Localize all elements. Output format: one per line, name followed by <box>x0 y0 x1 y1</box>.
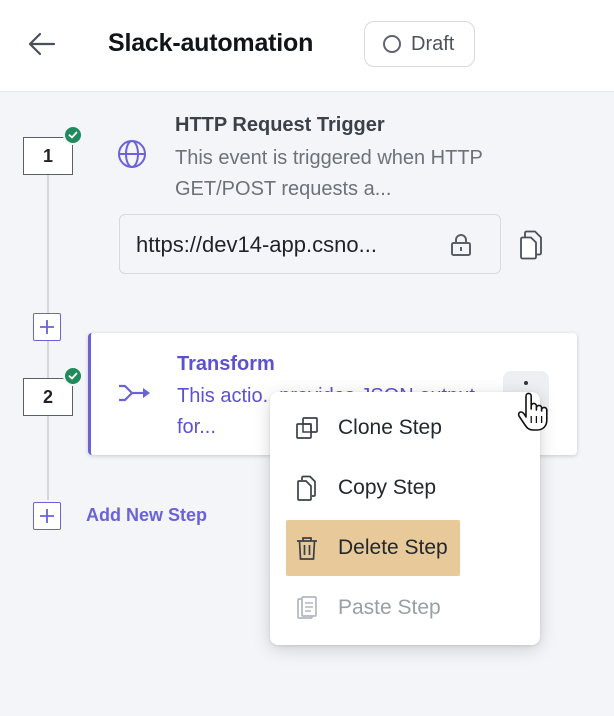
step-1-check-icon <box>63 125 83 145</box>
lock-icon <box>451 234 471 256</box>
add-new-step-link[interactable]: Add New Step <box>86 505 207 526</box>
status-label: Draft <box>411 32 455 55</box>
step-1-title[interactable]: HTTP Request Trigger <box>175 114 385 137</box>
trash-icon <box>297 537 317 560</box>
paste-step-label: Paste Step <box>338 596 441 619</box>
paste-step-item[interactable]: Paste Step <box>286 580 460 636</box>
delete-step-item[interactable]: Delete Step <box>286 520 460 576</box>
back-arrow-icon[interactable] <box>26 28 58 60</box>
draft-circle-icon <box>383 35 401 53</box>
copy-url-icon[interactable] <box>518 230 544 260</box>
clone-step-label: Clone Step <box>338 416 442 439</box>
globe-icon <box>118 140 146 168</box>
insert-step-button[interactable] <box>33 313 61 341</box>
status-badge[interactable]: Draft <box>364 21 475 67</box>
webhook-url-text: https://dev14-app.csno... <box>136 232 377 257</box>
step-number-2: 2 <box>23 378 73 416</box>
add-new-step-button[interactable] <box>33 502 61 530</box>
top-bar: Slack-automation Draft <box>0 0 614 92</box>
copy-step-label: Copy Step <box>338 476 437 499</box>
clone-step-item[interactable]: Clone Step <box>286 400 460 456</box>
hand-cursor-icon <box>517 392 548 431</box>
workflow-title: Slack-automation <box>108 29 314 57</box>
step-1-description: This event is triggered when HTTP GET/PO… <box>175 147 483 200</box>
transform-icon <box>119 384 150 402</box>
step-2-title: Transform <box>177 353 275 375</box>
clone-icon <box>296 417 318 439</box>
step-2-check-icon <box>63 366 83 386</box>
paste-icon <box>297 596 317 619</box>
step-number-1: 1 <box>23 137 73 175</box>
delete-step-label: Delete Step <box>338 536 448 559</box>
plus-icon <box>40 320 54 334</box>
copy-icon <box>297 475 316 501</box>
step-context-menu: Clone Step Copy Step Delete Step Paste S… <box>270 392 540 645</box>
webhook-url-field[interactable]: https://dev14-app.csno... <box>119 214 501 274</box>
copy-step-item[interactable]: Copy Step <box>286 460 460 516</box>
kebab-dot <box>524 381 528 385</box>
plus-icon <box>40 509 54 523</box>
